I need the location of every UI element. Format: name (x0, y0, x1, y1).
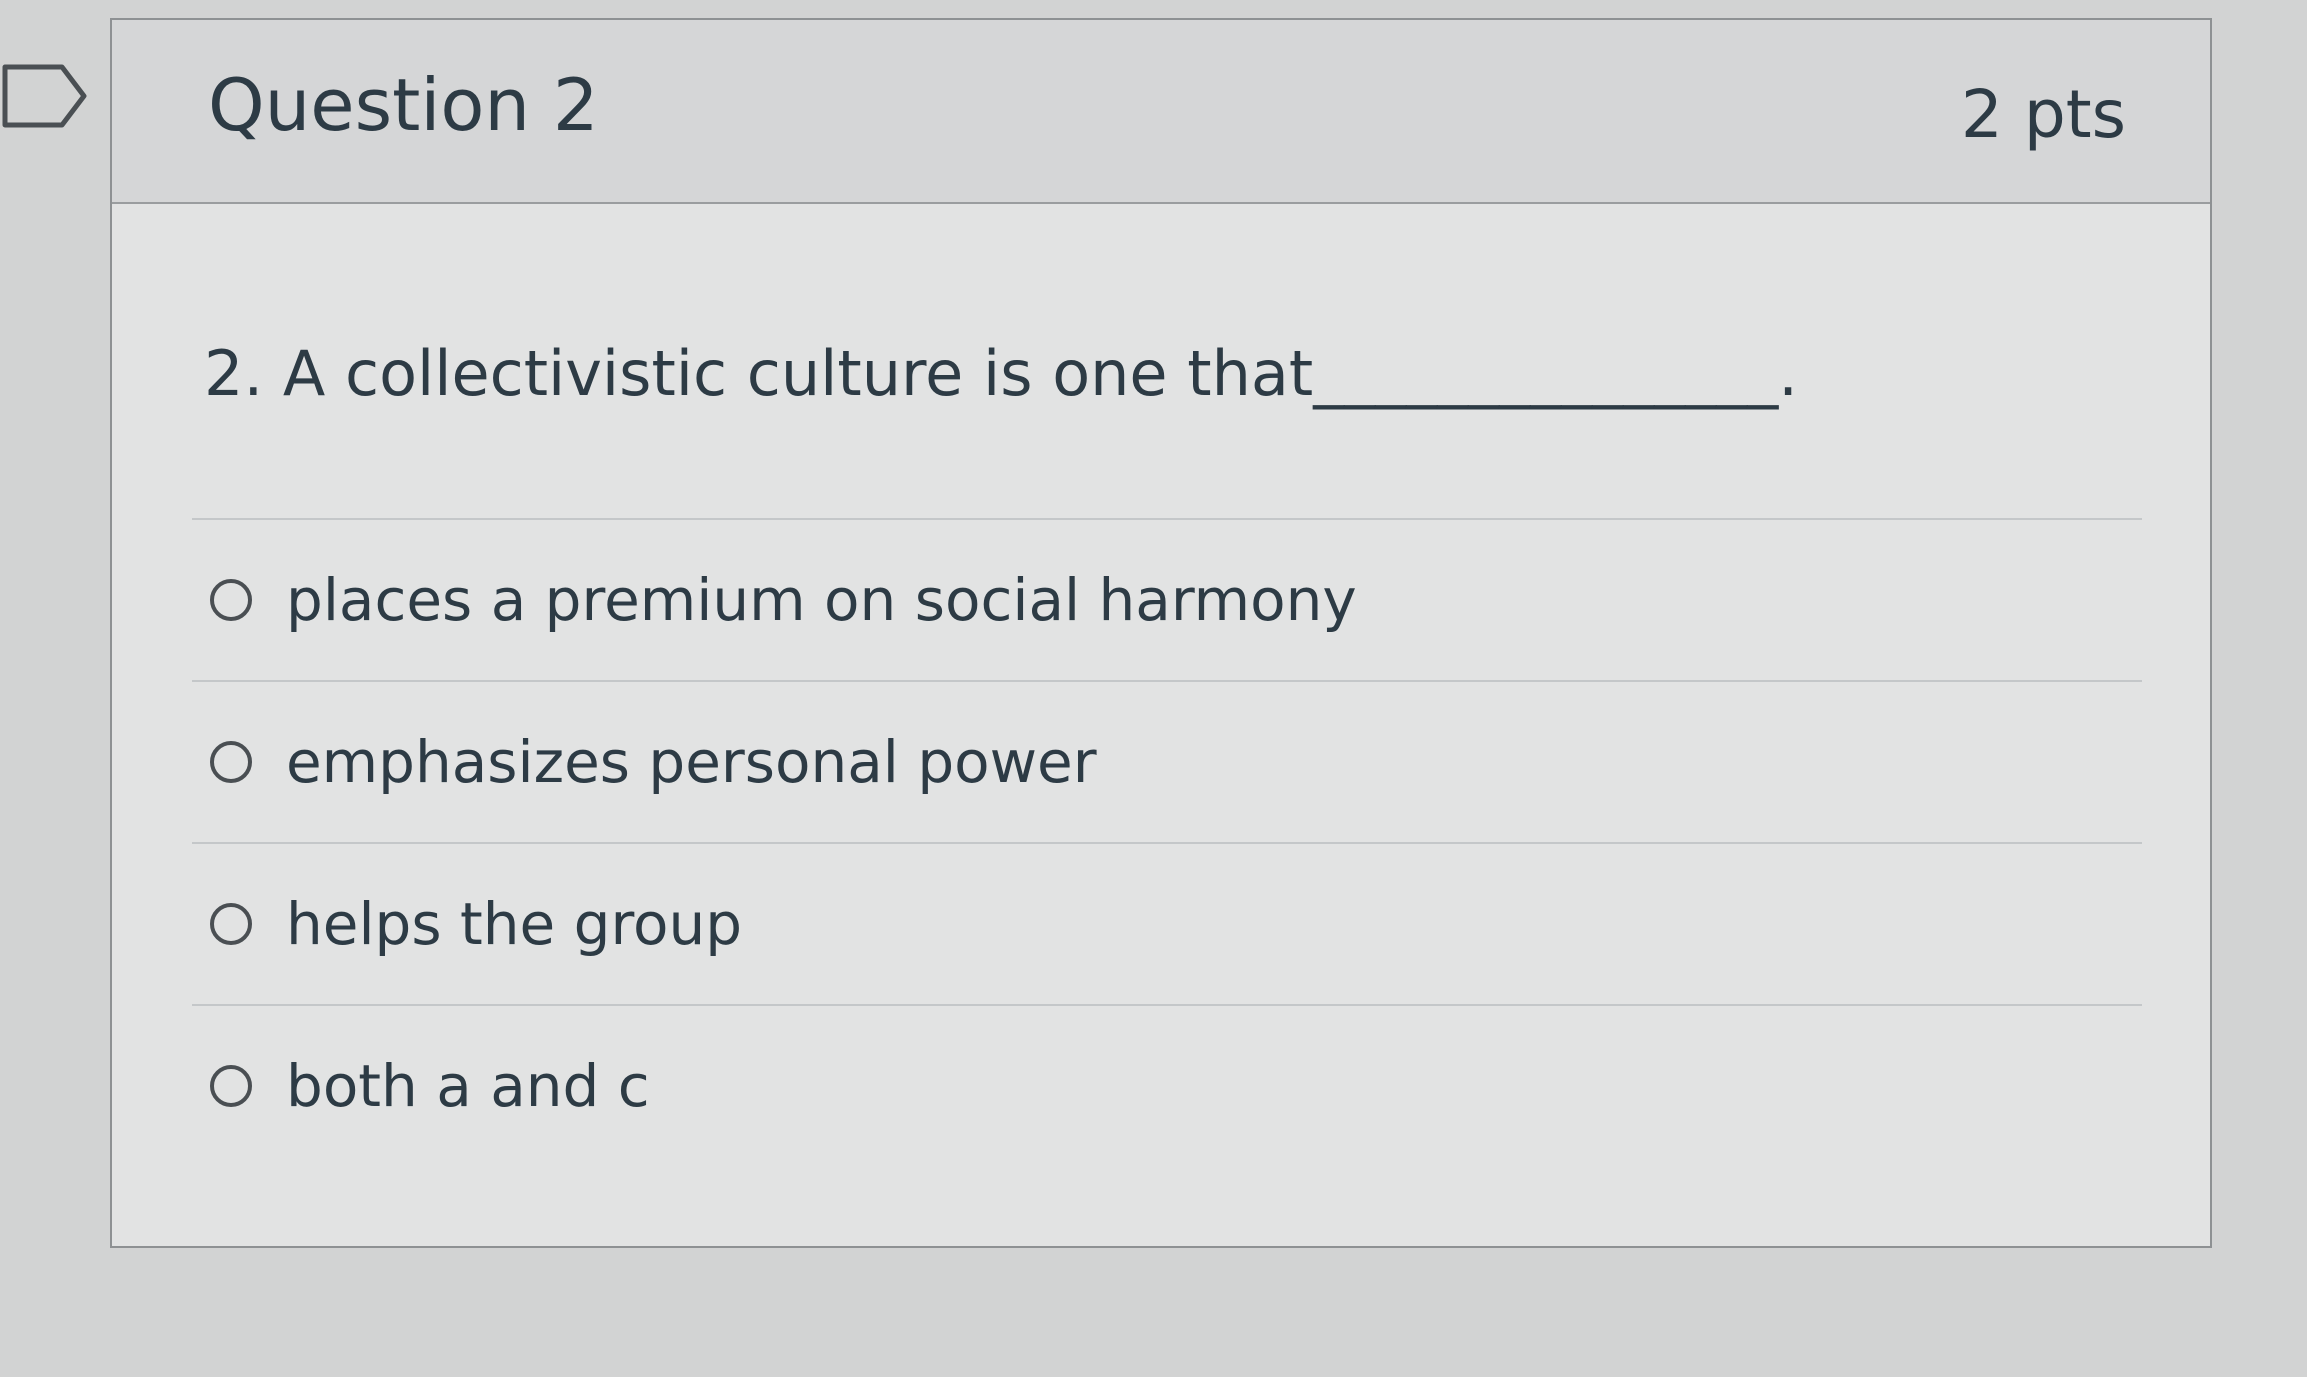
flag-question-icon[interactable] (0, 62, 90, 130)
radio-button-icon[interactable] (210, 903, 252, 945)
radio-button-icon[interactable] (210, 741, 252, 783)
answer-list: places a premium on social harmony empha… (192, 518, 2142, 1166)
answer-option-1[interactable]: places a premium on social harmony (192, 518, 2142, 680)
question-text: 2. A collectivistic culture is one that_… (204, 337, 1798, 410)
radio-button-icon[interactable] (210, 579, 252, 621)
answer-label: both a and c (286, 1052, 650, 1120)
question-header: Question 2 2 pts (112, 20, 2210, 204)
question-card: Question 2 2 pts 2. A collectivistic cul… (110, 18, 2212, 1248)
answer-label: emphasizes personal power (286, 728, 1097, 796)
answer-option-4[interactable]: both a and c (192, 1004, 2142, 1166)
question-points: 2 pts (1960, 76, 2126, 153)
radio-button-icon[interactable] (210, 1065, 252, 1107)
answer-label: helps the group (286, 890, 743, 958)
answer-label: places a premium on social harmony (286, 566, 1357, 634)
question-title: Question 2 (208, 63, 599, 147)
answer-option-2[interactable]: emphasizes personal power (192, 680, 2142, 842)
answer-option-3[interactable]: helps the group (192, 842, 2142, 1004)
